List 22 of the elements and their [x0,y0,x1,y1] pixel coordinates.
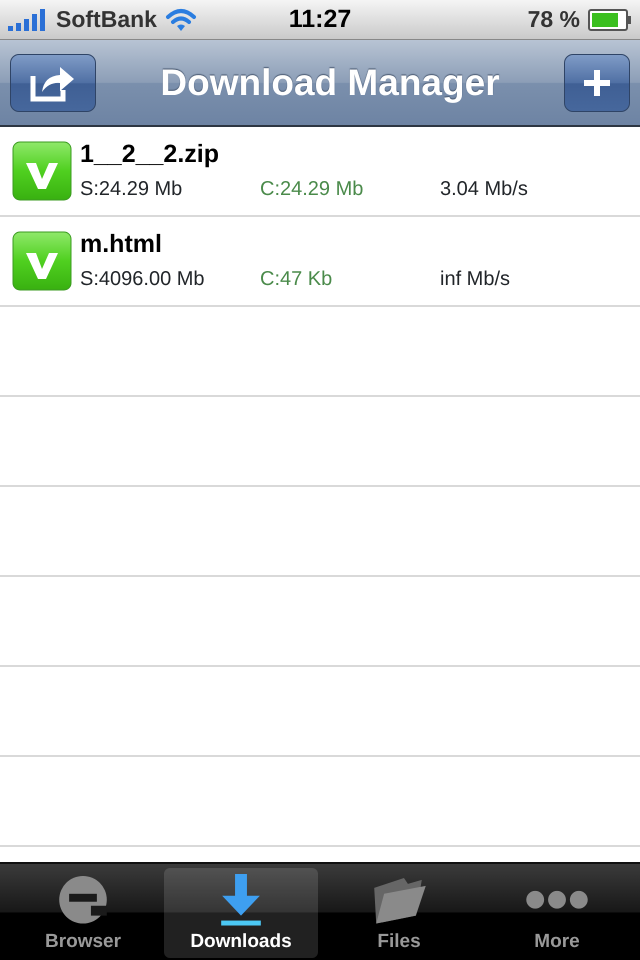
file-name: m.html [80,229,163,259]
tab[interactable]: Files [322,868,476,958]
file-size: S:24.29 Mb [80,177,184,201]
completed-size: C:24.29 Mb [260,177,364,201]
file-name: 1__2__2.zip [80,139,220,169]
add-button[interactable] [564,54,630,112]
file-size: S:4096.00 Mb [80,267,206,291]
tab[interactable]: More [480,868,634,958]
plus-icon [582,68,612,98]
clock: 11:27 [288,4,352,35]
battery-icon [588,8,632,30]
share-button[interactable] [10,54,96,112]
completed-size: C:47 Kb [260,267,334,291]
battery-percentage: 78 % [528,5,580,34]
signal-icon [8,8,48,30]
download-speed: 3.04 Mb/s [440,177,528,201]
screen-title: Download Manager [160,60,500,105]
tab[interactable]: Browser [6,868,160,958]
wifi-icon [164,8,197,32]
tab[interactable]: Downloads [164,868,318,958]
carrier-name: SoftBank [56,5,157,34]
download-speed: inf Mb/s [440,267,510,291]
